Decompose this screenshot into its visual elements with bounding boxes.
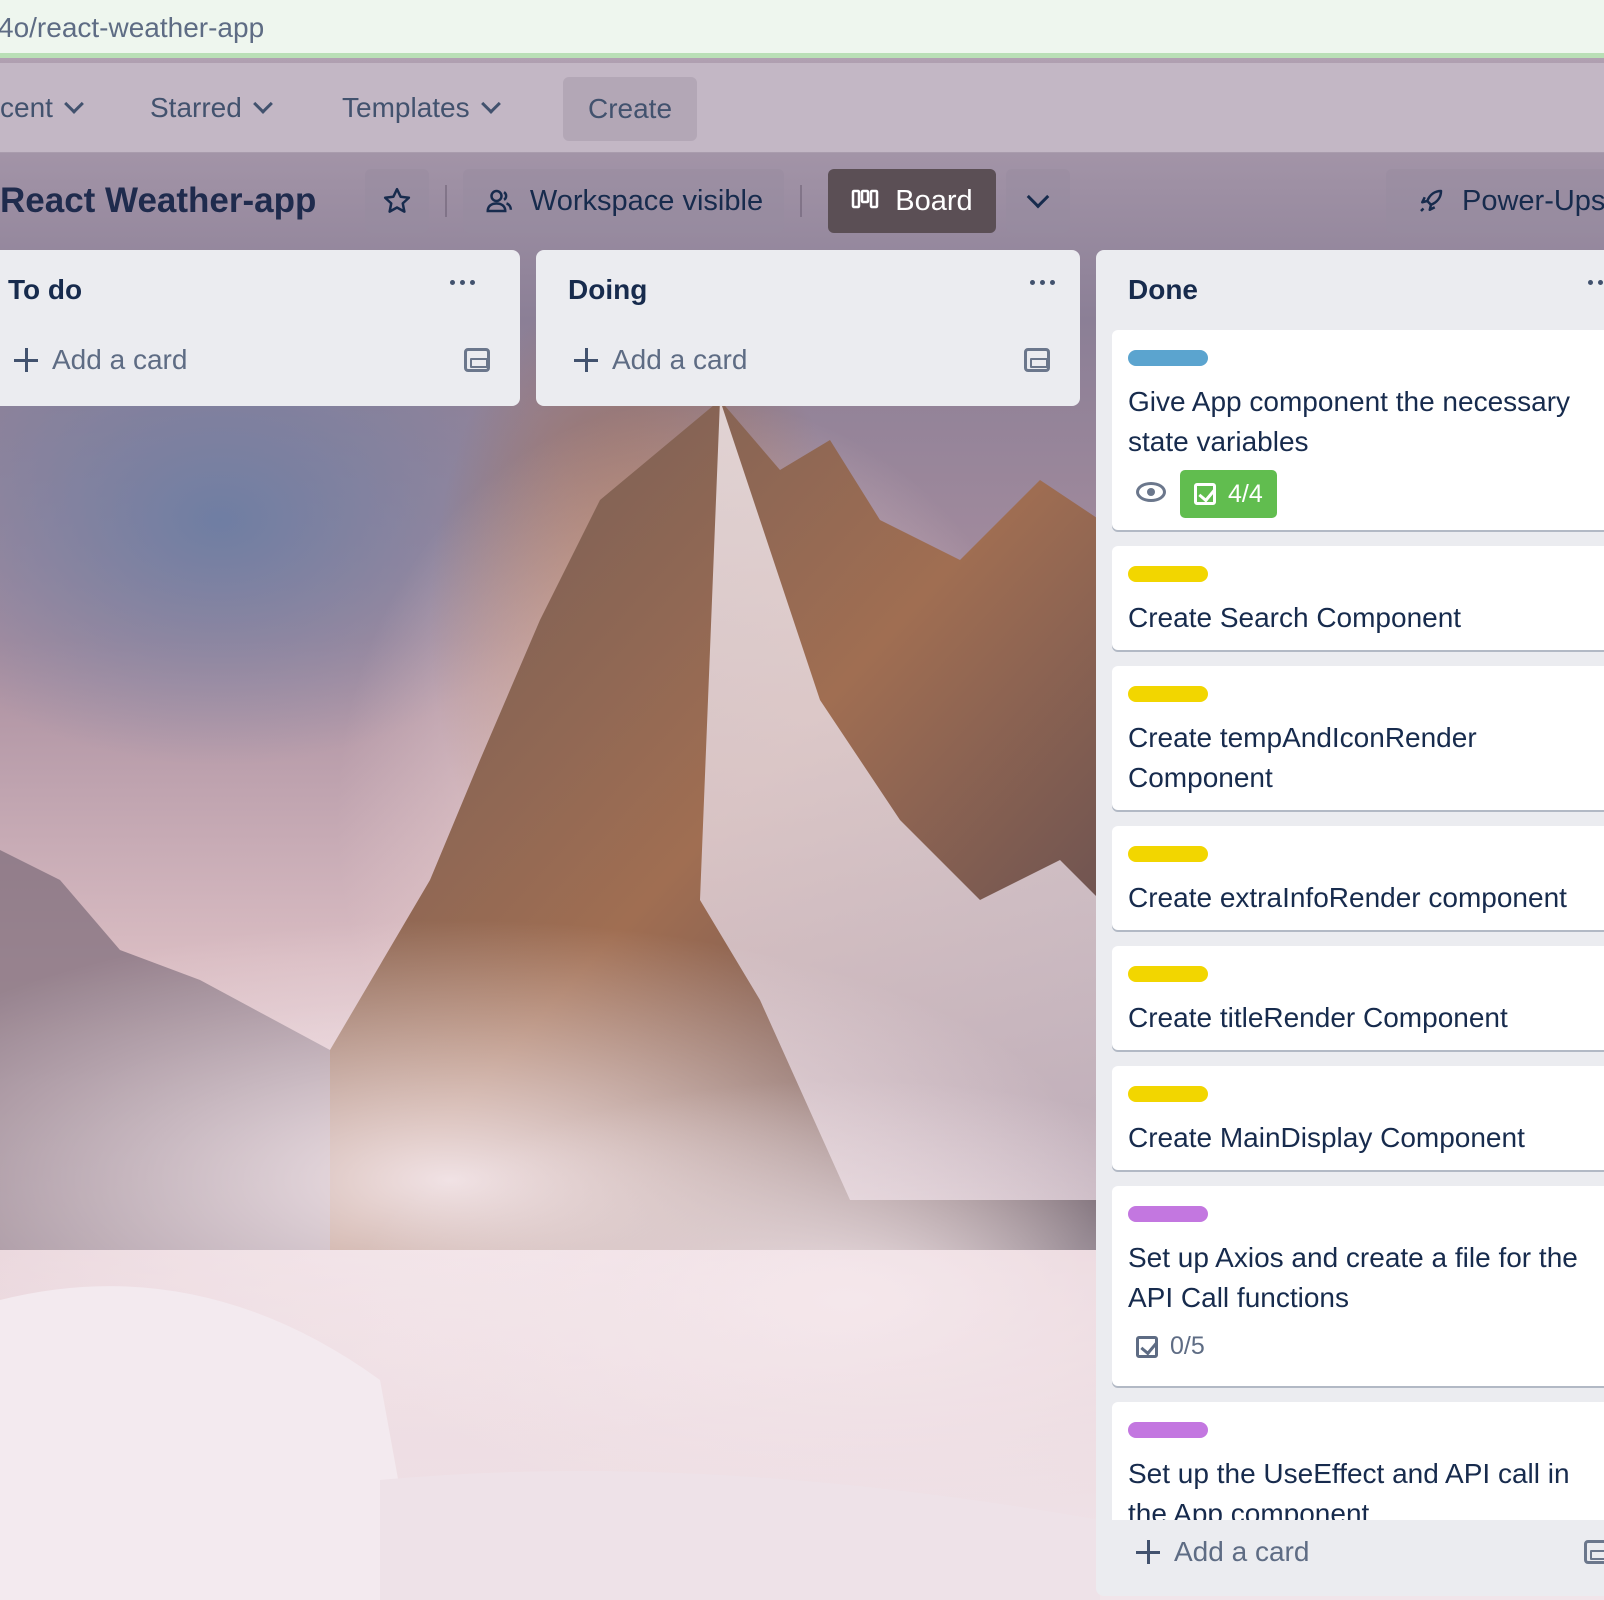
card-label [1128,846,1208,862]
checklist-count: 4/4 [1228,479,1263,508]
card-title: Create titleRender Component [1128,1002,1508,1033]
rocket-icon [1420,189,1443,212]
card[interactable]: Create extraInfoRender component [1112,826,1604,930]
chevron-down-icon [64,94,84,114]
star-board-button[interactable] [365,169,429,233]
card-title: Create MainDisplay Component [1128,1122,1525,1153]
board-view-label: Board [895,184,973,217]
add-card-label: Add a card [52,344,188,375]
card[interactable]: Create Search Component [1112,546,1604,650]
card-template-icon[interactable] [1584,1540,1604,1564]
nav-starred-dropdown[interactable]: Starred [150,77,273,139]
list-title[interactable]: Done [1128,274,1198,306]
checklist-badge: 0/5 [1136,1332,1205,1361]
board-view-button[interactable]: Board [828,169,996,233]
people-icon [486,189,513,213]
board-header: React Weather-app Workspace visible Boar… [0,153,1604,249]
power-ups-label: Power-Ups [1462,184,1604,217]
list-title[interactable]: Doing [568,274,647,306]
board-view-icon [852,189,879,209]
card[interactable]: Set up Axios and create a file for the A… [1112,1186,1604,1386]
card[interactable]: Create tempAndIconRender Component [1112,666,1604,810]
nav-starred-label: Starred [150,92,242,123]
card[interactable]: Give App component the necessary state v… [1112,330,1604,530]
card-label [1128,1206,1208,1222]
plus-icon [14,348,38,372]
star-icon [383,187,411,213]
add-card-button[interactable]: Add a card [14,344,187,376]
chevron-down-icon [1026,185,1050,209]
divider [445,185,447,217]
list-title[interactable]: To do [8,274,82,306]
board-title[interactable]: React Weather-app [0,181,316,221]
browser-url-bar[interactable]: 4o/react-weather-app [0,0,1604,58]
card-title: Create Search Component [1128,602,1462,633]
create-button[interactable]: Create [563,77,697,141]
nav-recent-label: cent [0,92,53,123]
top-navigation: cent Starred Templates Create [0,63,1604,153]
nav-templates-label: Templates [342,92,470,123]
card-title: Give App component the necessary state v… [1128,386,1571,457]
add-card-label: Add a card [1174,1536,1310,1567]
done-cards-scroll[interactable]: Give App component the necessary state v… [1112,330,1604,1520]
divider [800,185,802,217]
card-label [1128,966,1208,982]
list-menu-icon[interactable] [1030,280,1055,285]
card-template-icon[interactable] [1024,348,1050,372]
card-title: Create tempAndIconRender Component [1128,722,1477,793]
power-ups-button[interactable]: Power-Ups [1386,169,1604,233]
checklist-icon [1136,1335,1158,1358]
watching-eye-icon [1136,482,1166,502]
card-title: Create extraInfoRender component [1128,882,1567,913]
workspace-visible-button[interactable]: Workspace visible [463,169,784,233]
list-todo: To do Add a card [0,250,520,406]
plus-icon [574,348,598,372]
nav-templates-dropdown[interactable]: Templates [342,77,501,139]
checklist-icon [1194,483,1216,505]
add-card-label: Add a card [612,344,748,375]
list-menu-icon[interactable] [1588,280,1604,285]
checklist-count: 0/5 [1170,1332,1205,1360]
card-label [1128,1422,1208,1438]
card-label [1128,350,1208,366]
card-label [1128,686,1208,702]
list-doing: Doing Add a card [536,250,1080,406]
chevron-down-icon [480,94,501,114]
card-title: Set up Axios and create a file for the A… [1128,1242,1578,1313]
card-template-icon[interactable] [464,348,490,372]
url-text: 4o/react-weather-app [0,12,265,43]
card[interactable]: Create titleRender Component [1112,946,1604,1050]
card-title: Set up the UseEffect and API call in the… [1128,1458,1570,1520]
nav-recent-dropdown[interactable]: cent [0,77,84,139]
list-menu-icon[interactable] [450,280,475,285]
view-switcher-button[interactable] [1006,169,1070,233]
plus-icon [1136,1540,1160,1564]
card[interactable]: Set up the UseEffect and API call in the… [1112,1402,1604,1520]
card-label [1128,1086,1208,1102]
card-label [1128,566,1208,582]
workspace-visible-label: Workspace visible [529,184,764,217]
card[interactable]: Create MainDisplay Component [1112,1066,1604,1170]
checklist-badge: 4/4 [1180,470,1277,518]
add-card-button[interactable]: Add a card [574,344,747,376]
add-card-button[interactable]: Add a card [1136,1536,1309,1568]
chevron-down-icon [252,94,273,114]
